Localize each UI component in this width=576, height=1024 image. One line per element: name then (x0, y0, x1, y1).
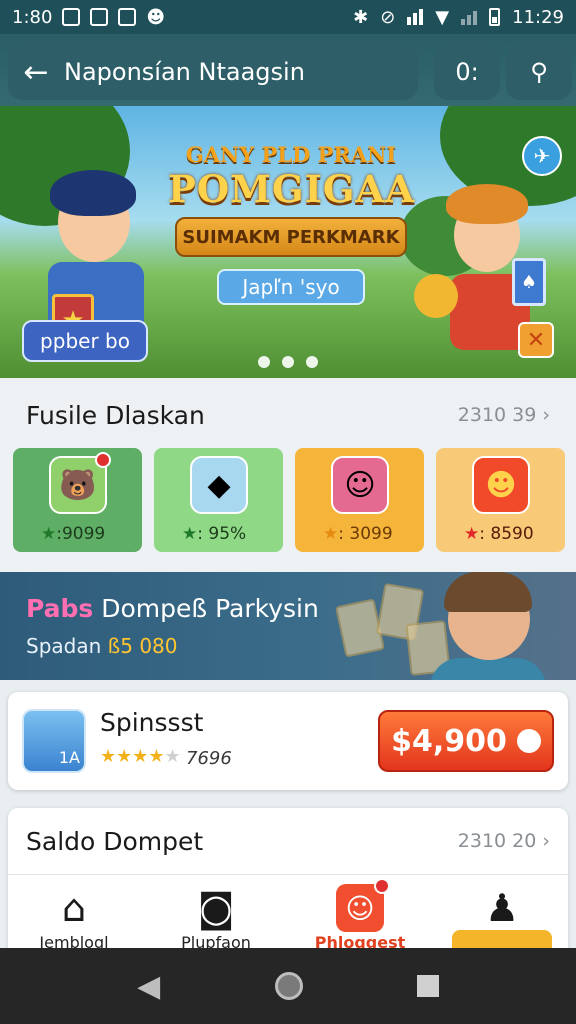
tile-rating: ★: 95% (182, 524, 247, 544)
do-not-disturb-icon: ⊘ (380, 6, 396, 28)
coin-icon (516, 729, 541, 753)
app-bar: ← Naponsían Ntaagsin 0: ⚲ (0, 34, 576, 110)
price-label: $4,900 (391, 723, 507, 759)
featured-section: Fusile Dlaskan 2310 39 › 🐻 ★:9099 ◆ ★: 9… (0, 378, 576, 572)
home-button-icon[interactable] (274, 972, 303, 1000)
status-time-left: 1:80 (12, 6, 53, 28)
game-tile[interactable]: ◆ ★: 95% (154, 448, 283, 552)
section-title: Fusile Dlaskan (26, 400, 205, 430)
game-tile[interactable]: 🐻 ★:9099 (13, 448, 142, 552)
game-tiles: 🐻 ★:9099 ◆ ★: 95% ☺ ★: 3099 ☻ ★: 8590 (13, 448, 565, 552)
hero-banner[interactable]: ★ GANY PLD PRANI POMGIGAA SUIMAKM PERKMA… (0, 106, 576, 378)
banner-plank: SUIMAKM PERKMARK (175, 217, 407, 257)
carousel-dots (258, 356, 318, 368)
banner-line-2: POMGIGAA (168, 167, 415, 211)
saldo-section: Saldo Dompet 2310 20 › ⌂ Jemblogl ◙ Plup… (8, 808, 568, 958)
close-icon[interactable]: ✕ (518, 322, 554, 358)
game-tile[interactable]: ☺ ★: 3099 (295, 448, 424, 552)
nav-item-games[interactable]: ☺ Phloggest (300, 878, 420, 952)
gallery-icon (90, 8, 109, 26)
notification-icon (62, 8, 81, 26)
system-navigation-bar: ◀ (0, 948, 576, 1024)
puzzle-game-icon: ◆ (190, 456, 248, 514)
girl-game-icon: ☺ (331, 456, 389, 514)
search-button[interactable]: ⚲ (506, 44, 572, 100)
home-icon: ⌂ (61, 886, 87, 930)
app-card[interactable]: 1A Spinssst ★★★★★ 7696 $4,900 (8, 692, 568, 790)
bear-game-icon: 🐻 (49, 452, 111, 514)
more-options-button[interactable]: 0: (434, 44, 500, 100)
cards-icon: ♠ (512, 258, 546, 306)
tile-rating: ★:9099 (41, 524, 106, 544)
message-icon (118, 8, 137, 26)
banner-cta-button[interactable]: Japľn 'syo (217, 269, 365, 305)
more-options-label: 0: (455, 58, 479, 86)
price-button[interactable]: $4,900 (378, 710, 554, 772)
carousel-dot[interactable] (306, 356, 318, 368)
status-time-right: 11:29 (512, 6, 564, 28)
app-rating-stars: ★★★★★ (100, 746, 181, 767)
promo-title: Pabs Dompeß Parkysin (26, 594, 319, 623)
game-tile[interactable]: ☻ ★: 8590 (436, 448, 565, 552)
promo-banner[interactable]: Pabs Dompeß Parkysin Spadan ß5 080 (0, 572, 576, 680)
avatar-icon: ☻ (146, 6, 166, 28)
carousel-dot[interactable] (258, 356, 270, 368)
recent-apps-icon[interactable] (416, 975, 439, 997)
banner-tag-button[interactable]: ppber bo (22, 320, 148, 362)
app-name: Spinssst (100, 708, 204, 737)
section-see-all-link[interactable]: 2310 20 › (458, 830, 550, 852)
back-arrow-icon[interactable]: ← (8, 55, 64, 90)
battery-icon (489, 8, 501, 26)
status-bar: 1:80 ☻ ✱ ⊘ ▼ 11:29 (0, 0, 576, 34)
carousel-dot[interactable] (282, 356, 294, 368)
star-icon: ★ (182, 524, 198, 544)
game-logo: GANY PLD PRANI POMGIGAA SUIMAKM PERKMARK… (168, 142, 414, 305)
wifi-icon: ▼ (435, 6, 450, 28)
airplane-icon[interactable]: ✈ (522, 136, 562, 176)
title-bar: ← Naponsían Ntaagsin (8, 44, 418, 100)
coin-creature-icon (414, 274, 458, 318)
nav-item-home[interactable]: ⌂ Jemblogl (14, 883, 134, 952)
app-rating-count: 7696 (186, 748, 232, 769)
promo-character-hair (444, 572, 532, 612)
star-icon: ★ (323, 524, 339, 544)
bluetooth-icon: ✱ (353, 6, 369, 28)
tray-icon: ◙ (197, 886, 235, 930)
app-title: Naponsían Ntaagsin (64, 58, 305, 86)
signal-icon (407, 9, 424, 25)
promo-subtitle: Spadan ß5 080 (26, 634, 178, 658)
tile-rating: ★: 3099 (323, 524, 393, 544)
promo-character-body (430, 658, 546, 680)
search-icon: ⚲ (530, 58, 548, 86)
cell-signal-icon (461, 9, 478, 25)
tile-rating: ★: 8590 (464, 524, 534, 544)
profile-icon: ♟ (484, 886, 520, 930)
section-title: Saldo Dompet (26, 826, 204, 856)
section-see-all-link[interactable]: 2310 39 › (458, 404, 550, 426)
smiley-game-icon: ☻ (472, 456, 530, 514)
back-icon[interactable]: ◀ (137, 969, 160, 1004)
smile-icon: ☺ (336, 878, 390, 932)
nav-item-profile[interactable]: ♟ (442, 883, 562, 933)
star-icon: ★ (464, 524, 480, 544)
star-icon: ★ (41, 524, 57, 544)
banner-line-1: GANY PLD PRANI (185, 142, 397, 167)
nav-item-tray[interactable]: ◙ Plupfaon (156, 883, 276, 952)
app-icon: 1A (22, 709, 86, 773)
